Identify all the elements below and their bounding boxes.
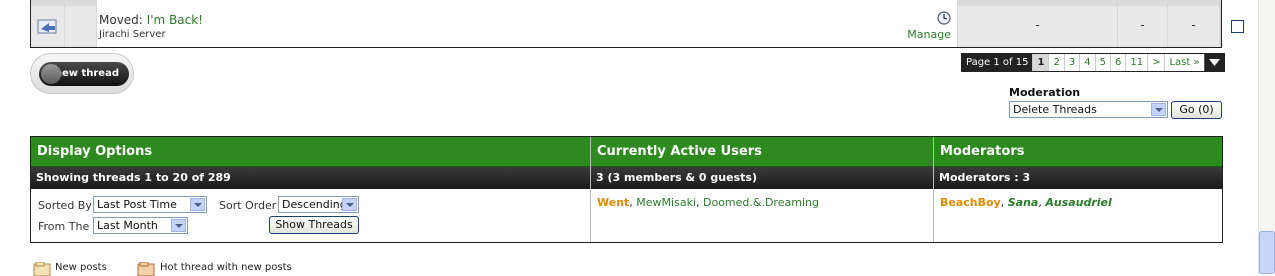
active-user-link[interactable]: Went: [597, 196, 629, 209]
legend-hot-thread: Hot thread with new posts: [160, 262, 292, 273]
last-post-cell: -: [958, 0, 1118, 47]
moderators-column: Moderators Moderators : 3 BeachBoy, Sana…: [934, 137, 1222, 242]
page-jump-menu-button[interactable]: [1203, 54, 1224, 71]
display-options-column: Display Options Showing threads 1 to 20 …: [31, 137, 591, 242]
sort-order-label: Sort Order: [219, 199, 277, 212]
display-options-body: Sorted By Last Post Time Sort Order Desc…: [31, 189, 590, 234]
moderation-action-select[interactable]: Delete Threads: [1009, 101, 1168, 118]
sorted-by-select[interactable]: Last Post Time: [93, 196, 207, 213]
row-separator: [1118, 0, 1167, 6]
row-separator: [31, 0, 64, 6]
row-separator: [958, 0, 1117, 6]
views-value: -: [1191, 18, 1196, 32]
moved-thread-icon: [37, 19, 57, 34]
page-link[interactable]: 4: [1079, 54, 1094, 71]
display-options-subheader: Showing threads 1 to 20 of 289: [31, 167, 590, 189]
from-the-label: From The: [38, 220, 90, 233]
display-options-header: Display Options: [31, 137, 590, 167]
new-thread-button[interactable]: new thread: [30, 53, 134, 94]
last-page-link[interactable]: Last »: [1164, 54, 1203, 71]
thread-author[interactable]: Jirachi Server: [99, 29, 166, 40]
page-link[interactable]: 5: [1094, 54, 1110, 71]
legend-new-posts: New posts: [55, 262, 107, 273]
moderator-link[interactable]: Sana: [1008, 196, 1039, 209]
page-link-current: 1: [1032, 54, 1049, 71]
from-the-select[interactable]: Last Month: [93, 217, 188, 234]
row-separator: [65, 0, 96, 6]
sort-order-select[interactable]: Descending: [278, 196, 359, 213]
moderator-link[interactable]: Ausaudriel: [1045, 196, 1111, 209]
sorted-by-label: Sorted By: [38, 199, 92, 212]
active-users-subheader: 3 (3 members & 0 guests): [591, 167, 933, 189]
active-user-link[interactable]: Doomed.&.Dreaming: [703, 196, 819, 209]
thread-select-checkbox[interactable]: [1231, 20, 1244, 33]
thread-title-cell: Moved: I'm Back! Jirachi Server Manage: [97, 0, 958, 47]
page-link[interactable]: 3: [1063, 54, 1079, 71]
triangle-down-icon: [1208, 59, 1220, 66]
row-separator: [97, 0, 957, 6]
show-threads-button[interactable]: Show Threads: [269, 216, 359, 234]
moderation-action-value: Delete Threads: [1013, 103, 1097, 116]
page-link[interactable]: 2: [1048, 54, 1063, 71]
chevron-down-icon: [1151, 103, 1166, 116]
active-users-column: Currently Active Users 3 (3 members & 0 …: [591, 137, 934, 242]
replies-value: -: [1140, 18, 1145, 32]
last-post-value: -: [1035, 18, 1040, 32]
views-cell: -: [1168, 0, 1220, 47]
page-count-label: Page 1 of 15: [962, 54, 1033, 71]
active-user-link[interactable]: MewMisaki: [636, 196, 696, 209]
sorted-by-value: Last Post Time: [97, 198, 177, 211]
replies-cell: -: [1118, 0, 1168, 47]
thread-icon-cell: [31, 0, 65, 47]
moderator-link[interactable]: BeachBoy: [940, 196, 1001, 209]
scrollbar-thumb[interactable]: [1259, 231, 1275, 274]
chevron-down-icon: [190, 198, 205, 211]
moderators-subheader: Moderators : 3: [934, 167, 1222, 189]
new-thread-label: new thread: [54, 68, 119, 79]
chevron-down-icon: [342, 198, 357, 211]
select-cell: [1220, 0, 1244, 47]
thread-rating-cell: [65, 0, 97, 47]
moderation-title: Moderation: [1009, 86, 1081, 99]
sort-order-value: Descending: [282, 198, 347, 211]
thread-title-link[interactable]: I'm Back!: [147, 13, 203, 27]
from-the-value: Last Month: [97, 219, 158, 232]
clock-icon: [937, 11, 951, 25]
moderators-header: Moderators: [934, 137, 1222, 167]
page-link[interactable]: 6: [1109, 54, 1125, 71]
separator: ,: [1000, 196, 1008, 209]
manage-link[interactable]: Manage: [907, 28, 951, 41]
moved-prefix: Moved:: [99, 13, 143, 27]
separator: ,: [696, 196, 703, 209]
thread-title-line: Moved: I'm Back!: [99, 13, 203, 27]
active-users-list: Went, MewMisaki, Doomed.&.Dreaming: [591, 189, 933, 215]
page-navigation: Page 1 of 15 1 2 3 4 5 6 11 > Last »: [961, 53, 1225, 72]
moderation-go-button[interactable]: Go (0): [1171, 101, 1222, 119]
active-users-header: Currently Active Users: [591, 137, 933, 167]
forum-info-panel: Display Options Showing threads 1 to 20 …: [30, 136, 1223, 243]
moderators-list: BeachBoy, Sana, Ausaudriel: [934, 189, 1222, 215]
thread-row: Moved: I'm Back! Jirachi Server Manage -…: [30, 0, 1244, 48]
row-separator: [1168, 0, 1219, 6]
chevron-down-icon: [171, 219, 186, 232]
page-link[interactable]: 11: [1125, 54, 1147, 71]
next-page-link[interactable]: >: [1147, 54, 1164, 71]
new-thread-knob-icon: [41, 64, 61, 84]
